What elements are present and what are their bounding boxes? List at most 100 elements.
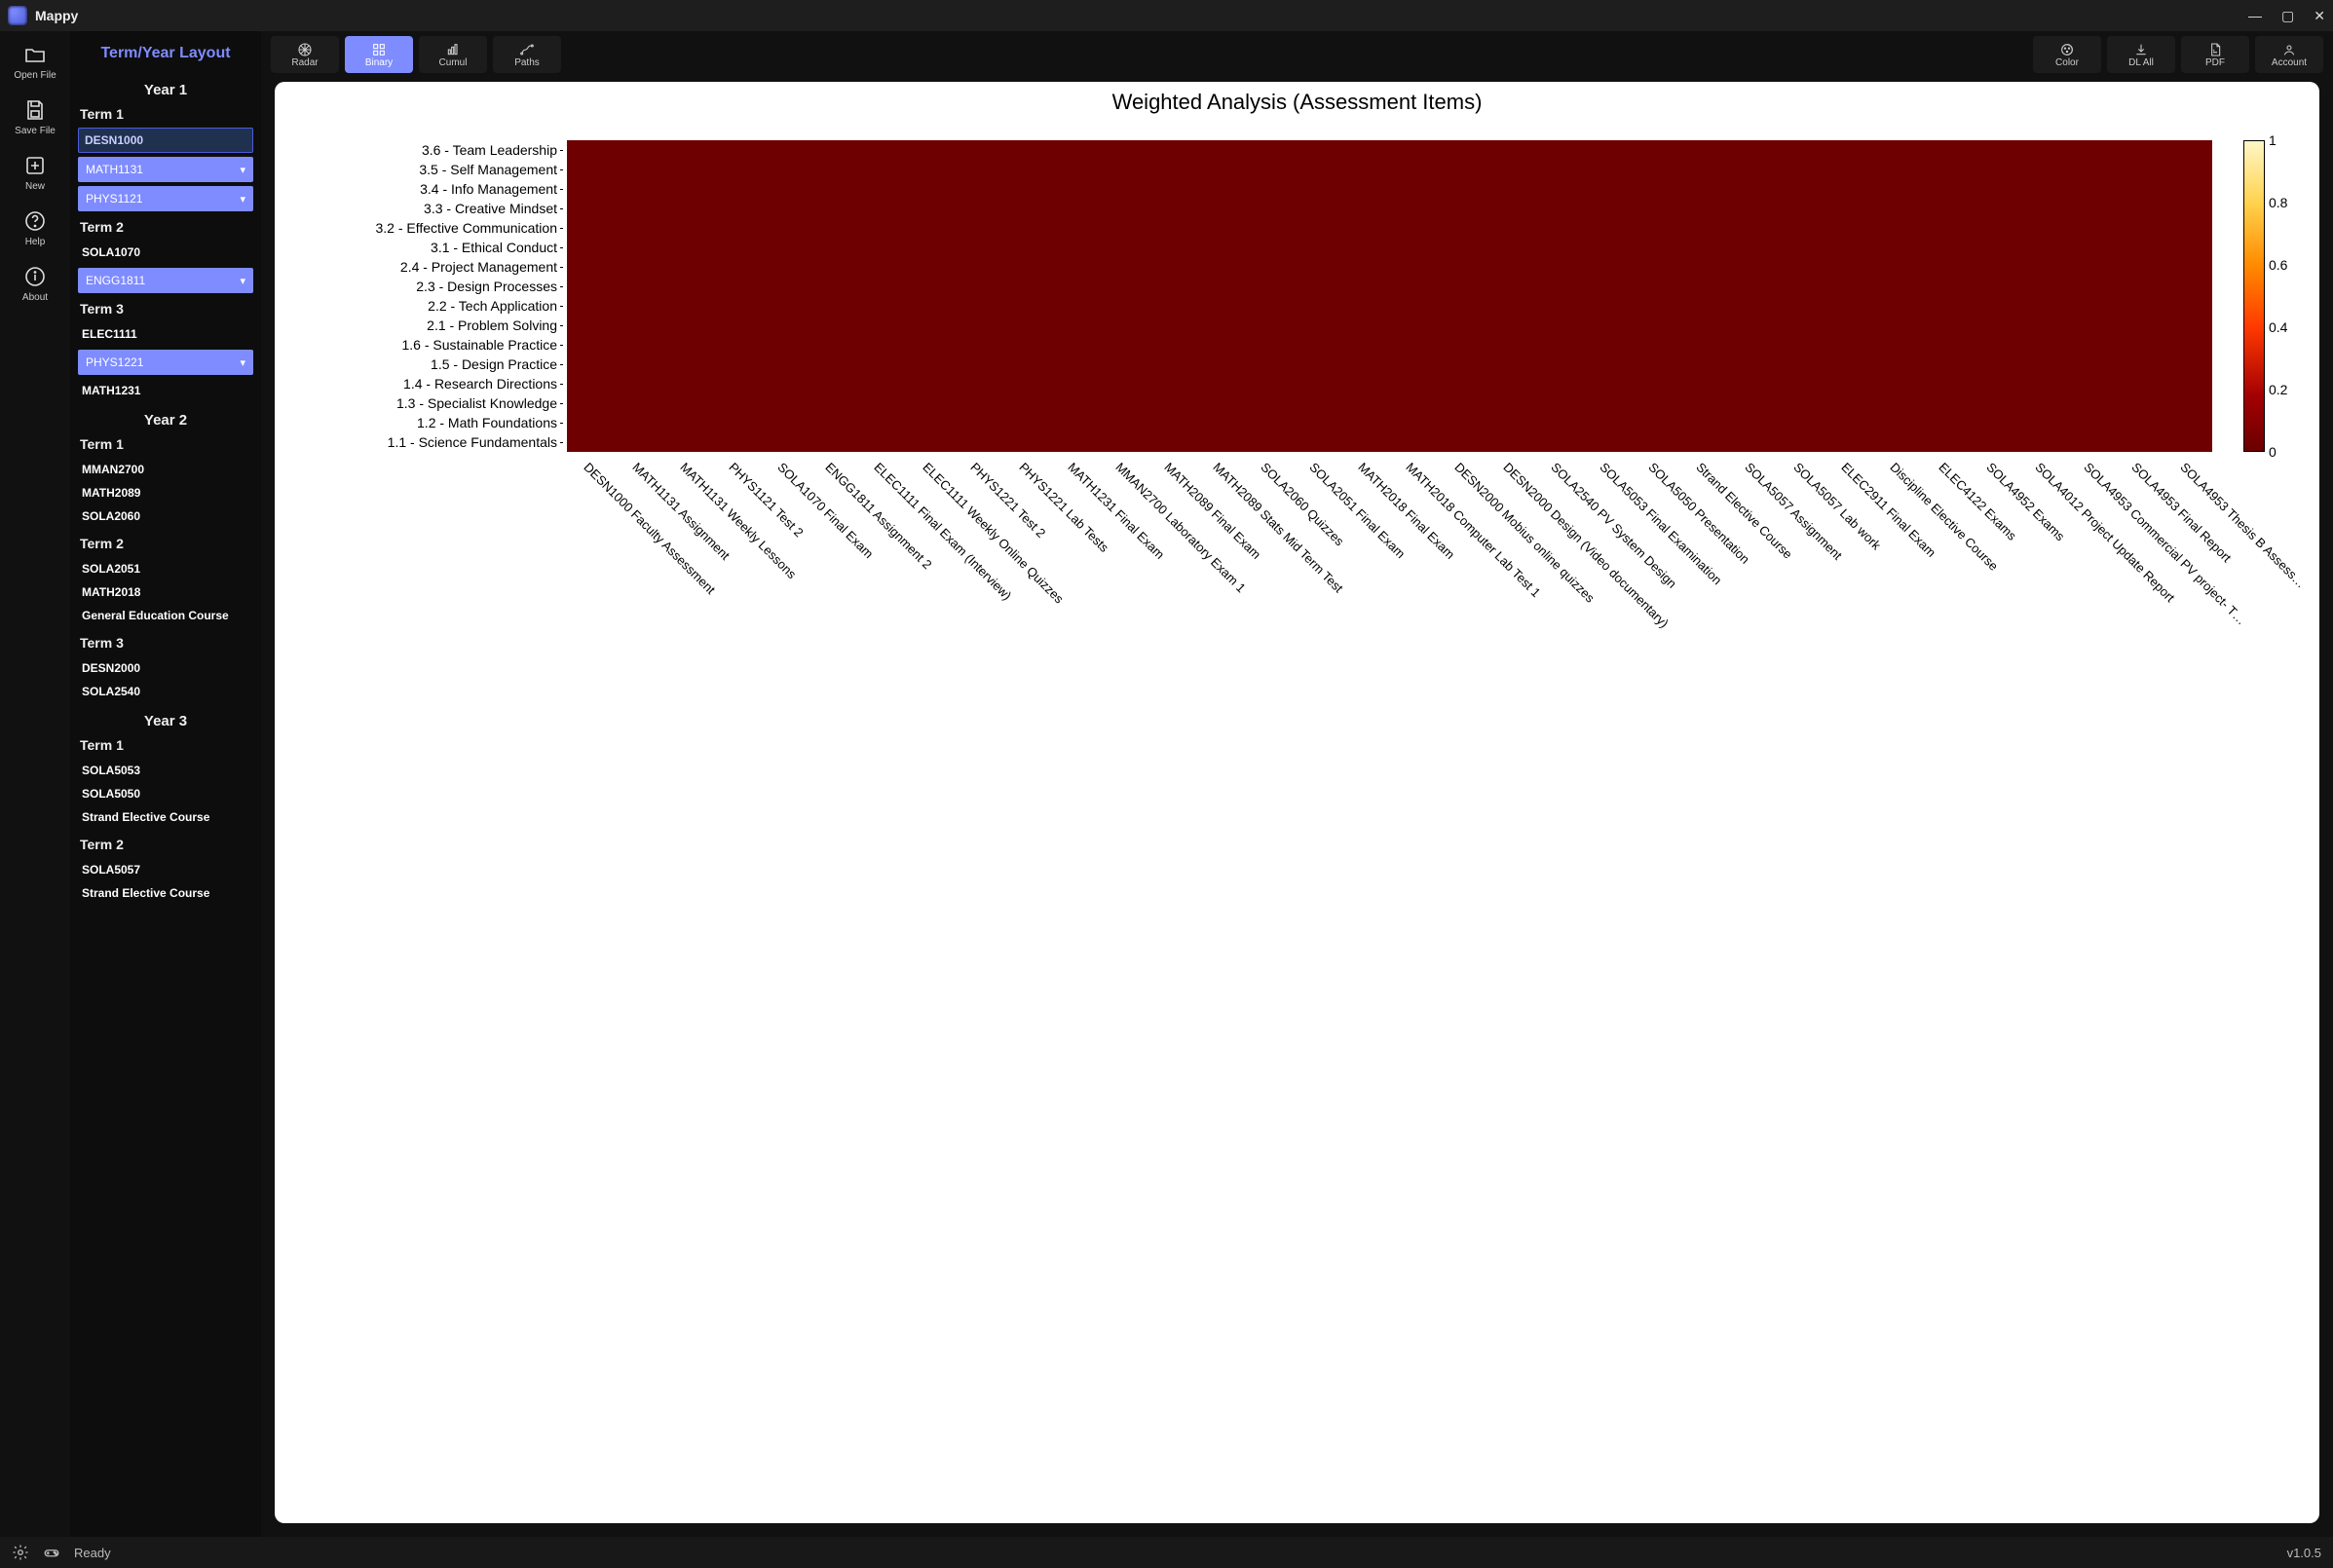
course-item[interactable]: MATH2089 [78,481,253,504]
heatmap-cell [1225,179,1246,199]
heatmap-cell [1554,374,1574,393]
course-item[interactable]: Strand Elective Course [78,805,253,829]
heatmap-cell [1739,316,1759,335]
course-item[interactable]: MATH1231 [78,379,253,402]
course-item[interactable]: DESN1000 [78,128,253,153]
rail-about[interactable]: About [22,265,48,303]
heatmap-cell [1143,277,1163,296]
heatmap-cell [1842,374,1863,393]
heatmap-cell [1102,296,1122,316]
heatmap-cell [1246,432,1266,452]
heatmap-cell [896,296,917,316]
course-item[interactable]: ENGG1811▾ [78,268,253,293]
heatmap-cell [1903,218,1924,238]
app-title: Mappy [35,8,78,23]
heatmap-cell [1492,316,1513,335]
course-item[interactable]: PHYS1121▾ [78,186,253,211]
heatmap-cell [2048,413,2068,432]
toolbar-pdf-button[interactable]: PDF [2181,36,2249,73]
course-item[interactable]: SOLA1070 [78,241,253,264]
heatmap-cell [1781,160,1801,179]
toolbar-binary-button[interactable]: Binary [345,36,413,73]
heatmap-cell [1287,257,1307,277]
heatmap-cell [917,432,937,452]
toolbar-paths-button[interactable]: Paths [493,36,561,73]
course-item[interactable]: SOLA5057 [78,858,253,881]
rail-save-file[interactable]: Save File [15,98,56,136]
xlabel: Strand Elective Course [1694,460,1796,562]
heatmap-cell [1739,238,1759,257]
heatmap-cell [1760,277,1781,296]
course-item[interactable]: MMAN2700 [78,458,253,481]
window-close-button[interactable]: ✕ [2314,8,2325,24]
heatmap-cell [1102,140,1122,160]
rail-new[interactable]: New [23,154,47,192]
toolbar-dlall-button[interactable]: DL All [2107,36,2175,73]
heatmap-cell [1246,218,1266,238]
toolbar-radar-button[interactable]: Radar [271,36,339,73]
heatmap-cell [649,335,669,355]
heatmap-cell [855,179,876,199]
course-item[interactable]: SOLA5050 [78,782,253,805]
heatmap-cell [670,432,691,452]
heatmap-cell [1575,140,1596,160]
heatmap-cell [1781,374,1801,393]
toolbar-account-button[interactable]: Account [2255,36,2323,73]
heatmap-cell [2088,179,2109,199]
toolbar-color-button[interactable]: Color [2033,36,2101,73]
heatmap-cell [1122,374,1143,393]
course-item[interactable]: SOLA2051 [78,557,253,580]
heatmap-cell [567,335,587,355]
heatmap-cell [2048,374,2068,393]
rail-open-file[interactable]: Open File [14,43,56,81]
heatmap-cell [998,238,1019,257]
heatmap-cell [1822,374,1842,393]
course-item[interactable]: SOLA5053 [78,759,253,782]
heatmap-cell [1184,316,1204,335]
window-minimize-button[interactable]: — [2248,8,2262,23]
heatmap-cell [670,160,691,179]
course-item[interactable]: Strand Elective Course [78,881,253,905]
heatmap-cell [1287,374,1307,393]
heatmap-cell [1369,335,1389,355]
sidebar-scroll[interactable]: Year 1Term 1DESN1000MATH1131▾PHYS1121▾Te… [70,72,261,1537]
course-item[interactable]: General Education Course [78,604,253,627]
course-item[interactable]: SOLA2540 [78,680,253,703]
heatmap-cell [1184,218,1204,238]
heatmap-cell [793,179,813,199]
heatmap-cell [2007,199,2027,218]
heatmap-cell [1019,140,1039,160]
heatmap-cell [1698,335,1718,355]
rail-help[interactable]: Help [23,209,47,247]
heatmap-cell [587,160,608,179]
course-item[interactable]: ELEC1111 [78,322,253,346]
heatmap-cell [1122,393,1143,413]
heatmap-cell [628,374,649,393]
heatmap-cell [1307,218,1328,238]
heatmap-cell [1287,413,1307,432]
heatmap-cell [1451,238,1472,257]
course-item[interactable]: PHYS1221▾ [78,350,253,375]
heatmap-cell [2192,140,2212,160]
window-maximize-button[interactable]: ▢ [2281,8,2294,24]
course-item[interactable]: MATH1131▾ [78,157,253,182]
heatmap-cell [1657,160,1677,179]
heatmap-cell [1924,179,1944,199]
heatmap-cell [1883,355,1903,374]
heatmap-cell [1061,296,1081,316]
course-item[interactable]: MATH2018 [78,580,253,604]
heatmap-cell [1760,238,1781,257]
heatmap-cell [1307,199,1328,218]
heatmap-cell [2151,316,2171,335]
course-item[interactable]: SOLA2060 [78,504,253,528]
heatmap-cell [1781,316,1801,335]
heatmap-cell [1451,374,1472,393]
heatmap-cell [1411,199,1431,218]
heatmap-cell [1389,238,1410,257]
course-item[interactable]: DESN2000 [78,656,253,680]
gear-icon[interactable] [12,1544,29,1561]
heatmap-cell [1472,160,1492,179]
gamepad-icon[interactable] [43,1544,60,1561]
toolbar-cumul-button[interactable]: Cumul [419,36,487,73]
heatmap-cell [2192,238,2212,257]
